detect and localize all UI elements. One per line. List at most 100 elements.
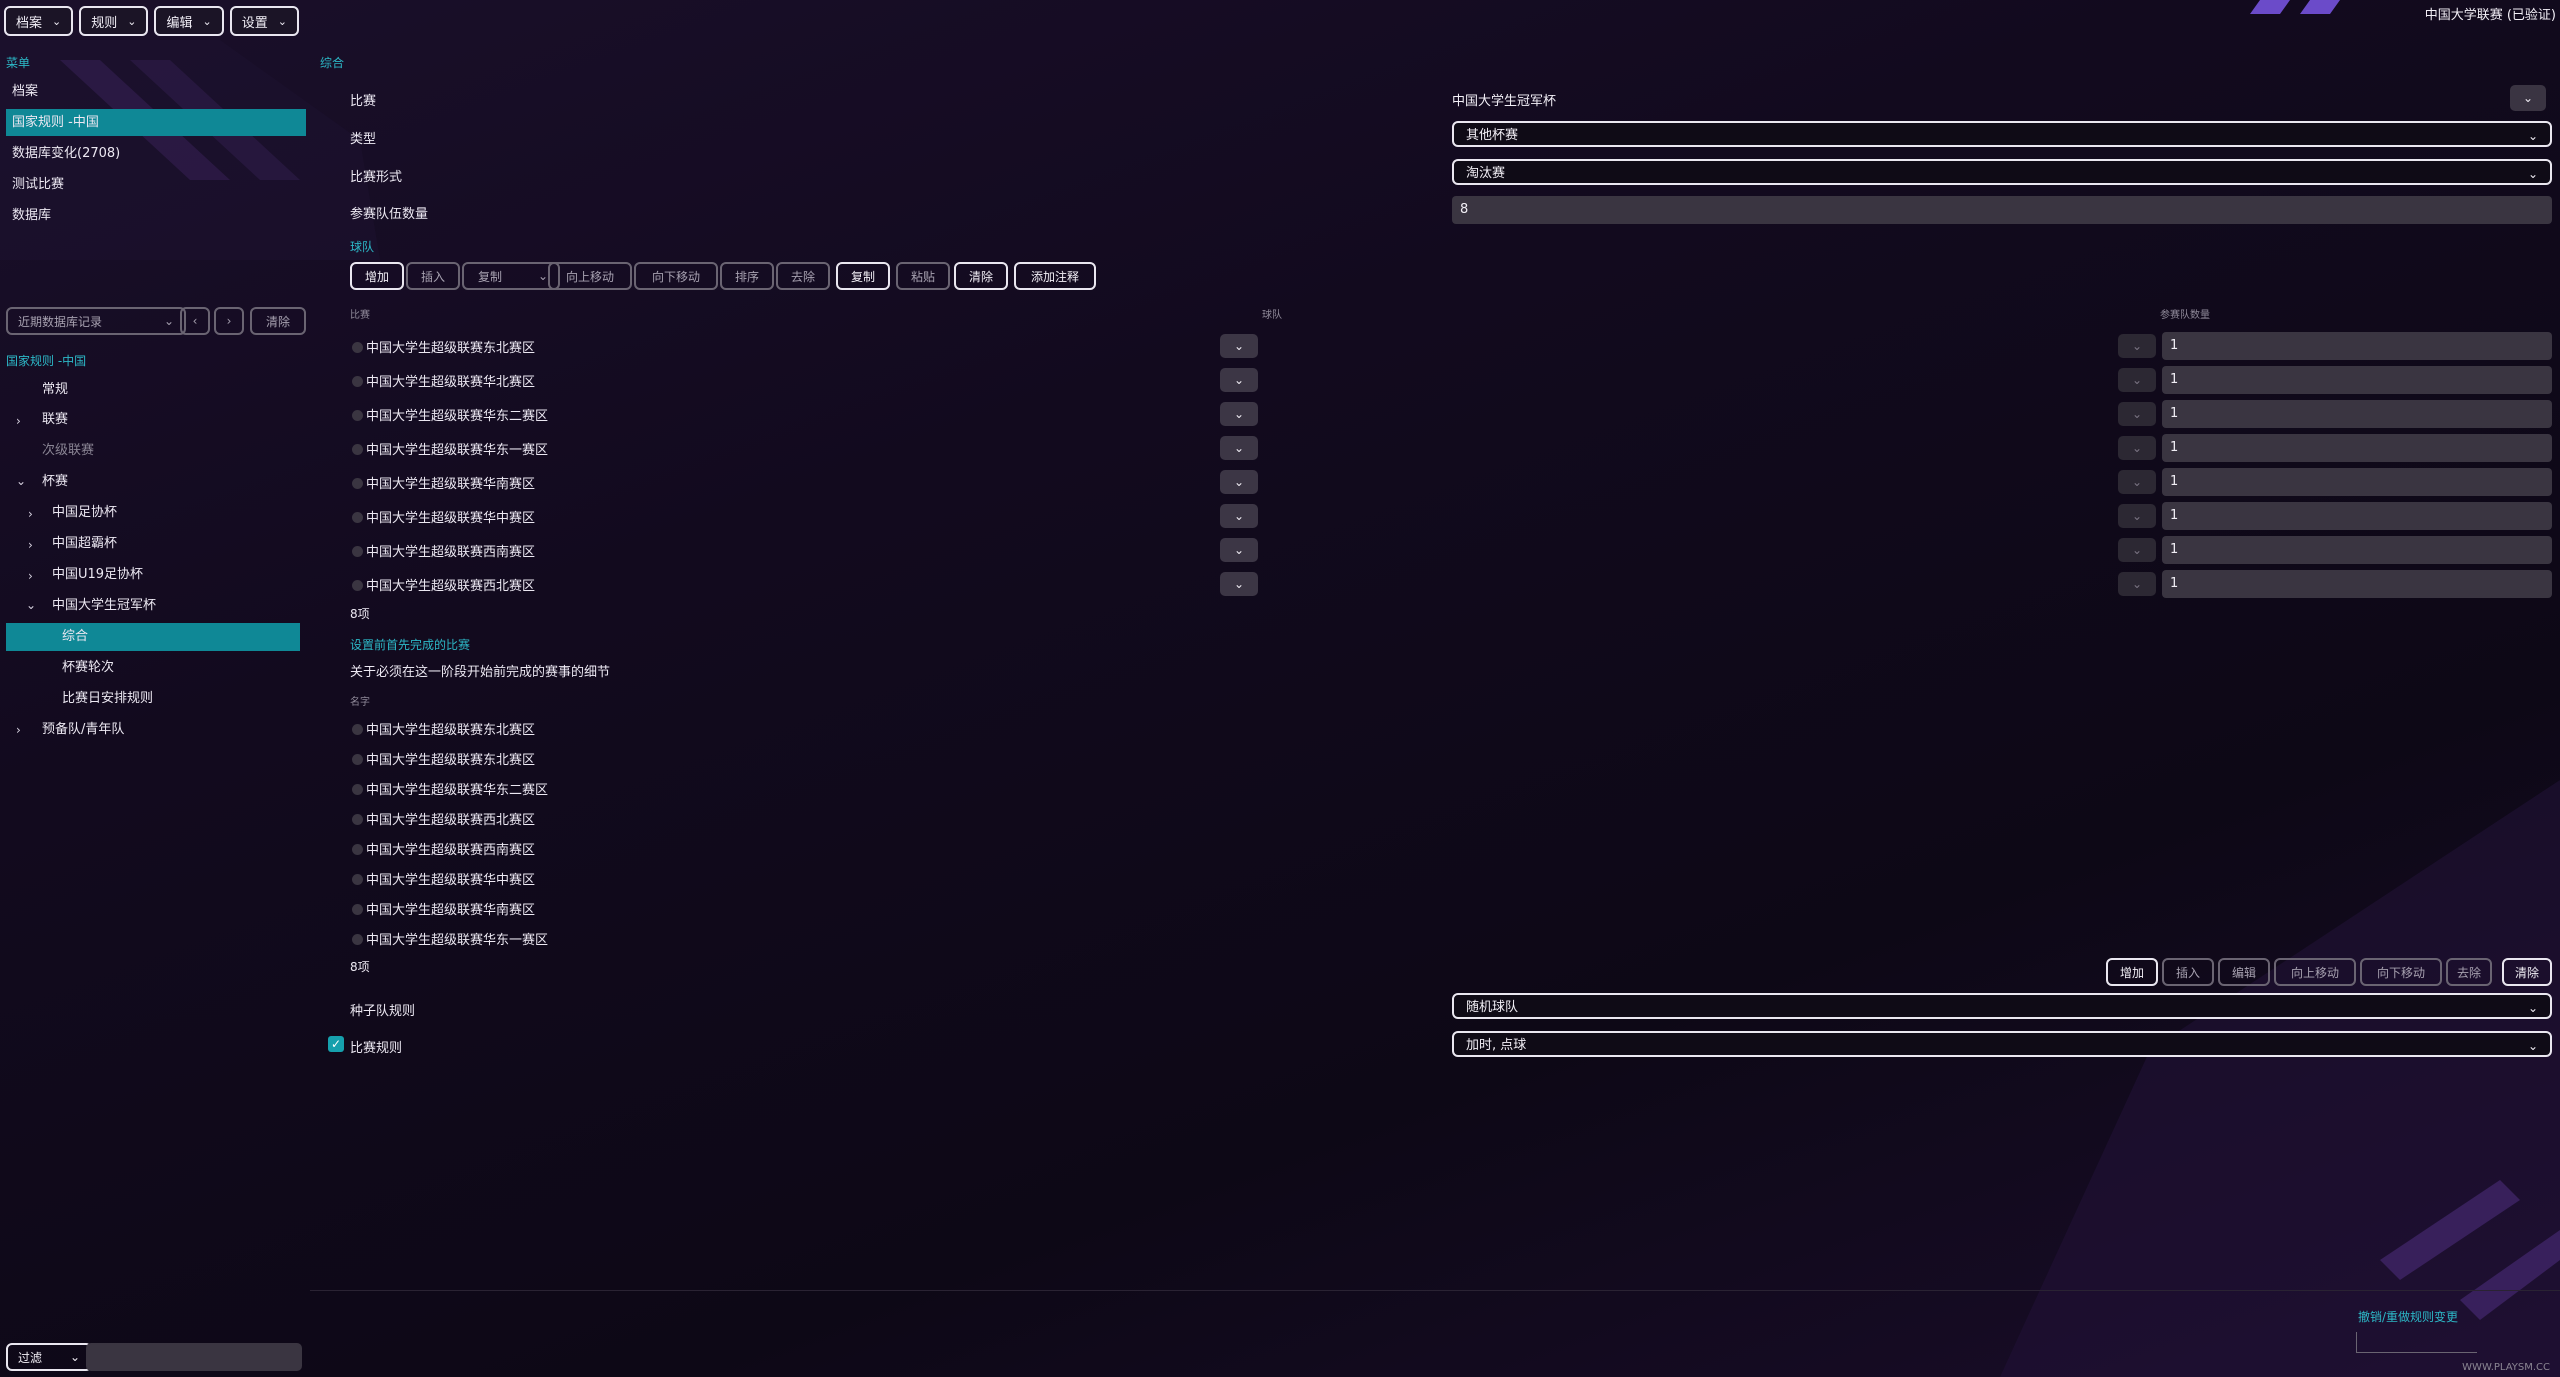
prereq-insert-button[interactable]: 插入 — [2162, 958, 2214, 986]
count-dropdown[interactable]: ⌄ — [2118, 504, 2156, 528]
team-dropdown[interactable]: ⌄ — [1220, 402, 1258, 426]
team-dropdown[interactable]: ⌄ — [1220, 368, 1258, 392]
filter-button[interactable]: 过滤 ⌄ — [6, 1343, 92, 1371]
count-dropdown[interactable]: ⌄ — [2118, 470, 2156, 494]
team-dropdown[interactable]: ⌄ — [1220, 334, 1258, 358]
row-radio[interactable] — [352, 784, 363, 795]
sidebar-item-database[interactable]: 数据库 — [6, 202, 306, 229]
tree-item-super-cup[interactable]: 中国超霸杯 — [52, 530, 117, 558]
row-radio[interactable] — [352, 580, 363, 591]
teams-insert-button[interactable]: 插入 — [406, 262, 460, 290]
teams-move-down-button[interactable]: 向下移动 — [634, 262, 718, 290]
tree-item-fa-cup[interactable]: 中国足协杯 — [52, 499, 117, 527]
count-input[interactable]: 1 — [2162, 400, 2552, 428]
prereq-add-button[interactable]: 增加 — [2106, 958, 2158, 986]
tree-item-cup-rounds[interactable]: 杯赛轮次 — [62, 654, 114, 682]
match-rules-checkbox[interactable]: ✓ — [328, 1036, 344, 1052]
count-input[interactable]: 1 — [2162, 434, 2552, 462]
row-radio[interactable] — [352, 874, 363, 885]
sidebar-item-test-match[interactable]: 测试比赛 — [6, 171, 306, 198]
count-dropdown[interactable]: ⌄ — [2118, 402, 2156, 426]
prereq-move-down-button[interactable]: 向下移动 — [2360, 958, 2442, 986]
teams-remove-button[interactable]: 去除 — [776, 262, 830, 290]
count-dropdown[interactable]: ⌄ — [2118, 436, 2156, 460]
teams-add-button[interactable]: 增加 — [350, 262, 404, 290]
count-dropdown[interactable]: ⌄ — [2118, 572, 2156, 596]
teams-move-up-button[interactable]: 向上移动 — [548, 262, 632, 290]
count-input[interactable]: 1 — [2162, 502, 2552, 530]
count-dropdown[interactable]: ⌄ — [2118, 368, 2156, 392]
menu-rules[interactable]: 规则 ⌄ — [79, 6, 149, 36]
tree-item-general[interactable]: 常规 — [42, 376, 68, 404]
row-radio[interactable] — [352, 934, 363, 945]
menu-file[interactable]: 档案 ⌄ — [4, 6, 74, 36]
row-radio[interactable] — [352, 478, 363, 489]
prereq-remove-button[interactable]: 去除 — [2446, 958, 2492, 986]
sidebar-item-file[interactable]: 档案 — [6, 78, 306, 105]
teams-copy-button[interactable]: 复制 — [836, 262, 890, 290]
tree-item-league[interactable]: 联赛 — [42, 406, 68, 434]
tree-item-overview[interactable]: 综合 — [6, 623, 300, 651]
row-radio[interactable] — [352, 444, 363, 455]
row-radio[interactable] — [352, 410, 363, 421]
teams-sort-button[interactable]: 排序 — [720, 262, 774, 290]
count-input[interactable]: 1 — [2162, 366, 2552, 394]
teams-copy-dropdown-button[interactable]: 复制 ⌄ — [462, 262, 560, 290]
tree-item-u19-cup[interactable]: 中国U19足协杯 — [52, 561, 143, 589]
chevron-down-icon[interactable]: ⌄ — [26, 598, 36, 612]
history-back-button[interactable]: ‹ — [180, 307, 210, 335]
count-input[interactable]: 1 — [2162, 536, 2552, 564]
seed-rule-select[interactable]: 随机球队 ⌄ — [1452, 993, 2552, 1019]
chevron-right-icon[interactable]: › — [28, 507, 33, 521]
row-radio[interactable] — [352, 904, 363, 915]
count-input[interactable]: 1 — [2162, 332, 2552, 360]
type-select[interactable]: 其他杯赛 ⌄ — [1452, 121, 2552, 147]
count-dropdown[interactable]: ⌄ — [2118, 538, 2156, 562]
team-dropdown[interactable]: ⌄ — [1220, 504, 1258, 528]
row-radio[interactable] — [352, 546, 363, 557]
row-radio[interactable] — [352, 376, 363, 387]
tree-item-sub-league[interactable]: 次级联赛 — [42, 437, 94, 465]
team-dropdown[interactable]: ⌄ — [1220, 572, 1258, 596]
sidebar-item-national-rules[interactable]: 国家规则 -中国 — [6, 109, 306, 136]
row-radio[interactable] — [352, 342, 363, 353]
undo-redo-link[interactable]: 撤销/重做规则变更 — [2358, 1308, 2458, 1325]
team-dropdown[interactable]: ⌄ — [1220, 538, 1258, 562]
menu-settings[interactable]: 设置 ⌄ — [229, 6, 299, 36]
prereq-edit-button[interactable]: 编辑 — [2218, 958, 2270, 986]
team-dropdown[interactable]: ⌄ — [1220, 470, 1258, 494]
chevron-down-icon[interactable]: ⌄ — [16, 474, 26, 488]
row-radio[interactable] — [352, 814, 363, 825]
tree-item-cups[interactable]: 杯赛 — [42, 468, 68, 496]
teams-add-note-button[interactable]: 添加注释 — [1014, 262, 1096, 290]
history-clear-button[interactable]: 清除 — [250, 307, 306, 335]
tree-item-matchday-rules[interactable]: 比赛日安排规则 — [62, 685, 153, 713]
chevron-right-icon[interactable]: › — [28, 538, 33, 552]
tree-item-reserves-youth[interactable]: 预备队/青年队 — [42, 716, 124, 744]
filter-input[interactable] — [86, 1343, 302, 1371]
teams-paste-button[interactable]: 粘贴 — [896, 262, 950, 290]
sidebar-item-db-changes[interactable]: 数据库变化(2708) — [6, 140, 306, 167]
teams-count-input[interactable]: 8 — [1452, 196, 2552, 224]
count-dropdown[interactable]: ⌄ — [2118, 334, 2156, 358]
menu-edit[interactable]: 编辑 ⌄ — [154, 6, 224, 36]
count-input[interactable]: 1 — [2162, 570, 2552, 598]
row-radio[interactable] — [352, 844, 363, 855]
match-rules-select[interactable]: 加时, 点球 ⌄ — [1452, 1031, 2552, 1057]
tree-item-university-cup[interactable]: 中国大学生冠军杯 — [52, 592, 156, 620]
recent-db-records-select[interactable]: 近期数据库记录 ⌄ — [6, 307, 186, 335]
prereq-move-up-button[interactable]: 向上移动 — [2274, 958, 2356, 986]
format-select[interactable]: 淘汰赛 ⌄ — [1452, 159, 2552, 185]
count-input[interactable]: 1 — [2162, 468, 2552, 496]
chevron-right-icon[interactable]: › — [16, 723, 21, 737]
chevron-right-icon[interactable]: › — [16, 414, 21, 428]
prereq-clear-button[interactable]: 清除 — [2502, 958, 2552, 986]
competition-dropdown-button[interactable]: ⌄ — [2510, 85, 2546, 111]
row-radio[interactable] — [352, 512, 363, 523]
row-radio[interactable] — [352, 754, 363, 765]
history-forward-button[interactable]: › — [214, 307, 244, 335]
row-radio[interactable] — [352, 724, 363, 735]
chevron-right-icon[interactable]: › — [28, 569, 33, 583]
team-dropdown[interactable]: ⌄ — [1220, 436, 1258, 460]
teams-clear-button[interactable]: 清除 — [954, 262, 1008, 290]
